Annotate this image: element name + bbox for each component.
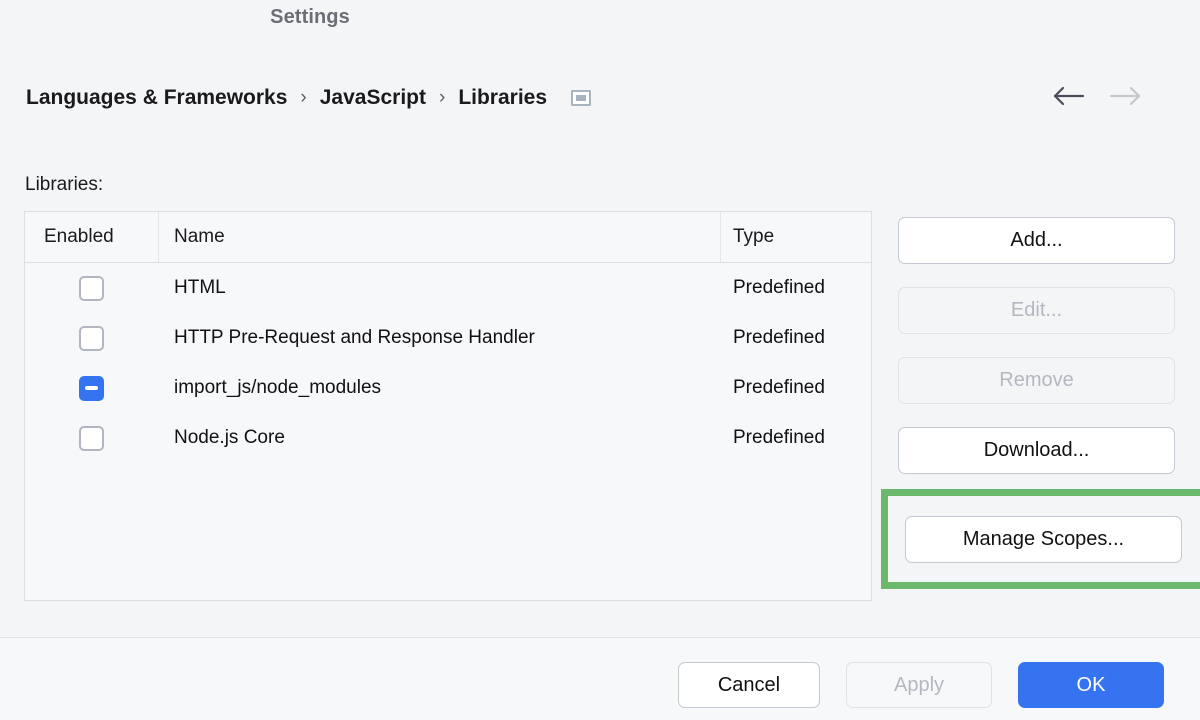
column-header-enabled[interactable]: Enabled [25,212,159,262]
breadcrumb-separator-icon: › [438,87,446,108]
panel-toggle-icon[interactable] [571,90,592,106]
table-row[interactable]: Node.js Core Predefined [25,413,871,463]
breadcrumb: Languages & Frameworks › JavaScript › Li… [26,80,1180,116]
table-row[interactable]: HTTP Pre-Request and Response Handler Pr… [25,313,871,363]
library-actions: Add... Edit... Remove Download... [898,217,1175,497]
row-enabled-cell [25,325,159,351]
add-button[interactable]: Add... [898,217,1175,264]
table-row[interactable]: import_js/node_modules Predefined [25,363,871,413]
window-title: Settings [270,6,350,28]
table-header-row: Enabled Name Type [25,212,871,263]
row-name-cell: HTML [174,277,226,298]
row-enabled-cell [25,425,159,451]
panel-toggle-icon-inner [576,95,587,101]
remove-button: Remove [898,357,1175,404]
library-enabled-checkbox[interactable] [79,425,104,451]
edit-button: Edit... [898,287,1175,334]
row-type-cell: Predefined [733,327,825,348]
arrow-right-icon [1108,85,1142,112]
table-row[interactable]: HTML Predefined [25,263,871,313]
row-enabled-cell [25,375,159,401]
library-enabled-checkbox[interactable] [79,275,104,301]
breadcrumb-item-javascript[interactable]: JavaScript [320,86,426,110]
row-type-cell: Predefined [733,277,825,298]
row-type-cell: Predefined [733,377,825,398]
library-enabled-checkbox[interactable] [79,375,104,401]
manage-scopes-highlight: Manage Scopes... [881,489,1200,589]
libraries-label: Libraries: [25,174,104,195]
row-name-cell: import_js/node_modules [174,377,382,398]
library-enabled-checkbox[interactable] [79,325,104,351]
column-header-type[interactable]: Type [721,212,871,262]
row-enabled-cell [25,275,159,301]
download-button[interactable]: Download... [898,427,1175,474]
row-name-cell: HTTP Pre-Request and Response Handler [174,327,535,348]
breadcrumb-separator-icon: › [300,87,307,108]
row-type-cell: Predefined [733,427,825,448]
row-name-cell: Node.js Core [174,427,285,448]
libraries-table[interactable]: Enabled Name Type HTML Predefined HTTP P… [24,211,872,601]
navigation-arrows [1052,85,1180,112]
arrow-left-icon[interactable] [1052,85,1086,112]
apply-button: Apply [846,662,992,708]
dialog-buttons: Cancel Apply OK [678,662,1164,708]
ok-button[interactable]: OK [1018,662,1164,708]
breadcrumb-item-libraries[interactable]: Libraries [458,86,547,110]
checkbox-dash-icon [85,386,98,390]
manage-scopes-button[interactable]: Manage Scopes... [905,515,1182,563]
column-header-name[interactable]: Name [159,212,721,262]
breadcrumb-item-languages-frameworks[interactable]: Languages & Frameworks [26,86,287,110]
cancel-button[interactable]: Cancel [678,662,820,708]
